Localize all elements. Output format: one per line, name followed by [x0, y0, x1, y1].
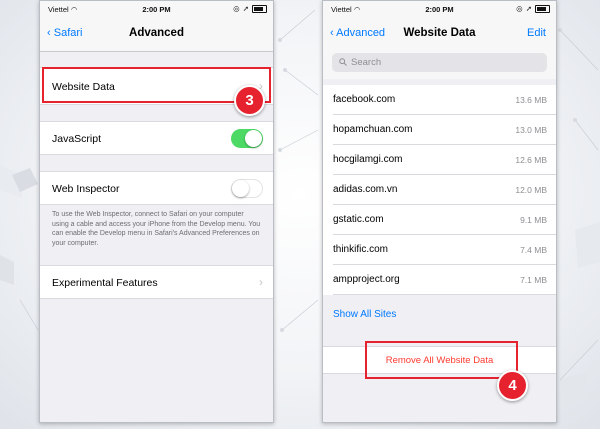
site-domain: hopamchuan.com — [333, 124, 413, 135]
site-domain: hocgilamgi.com — [333, 154, 403, 165]
web-inspector-label: Web Inspector — [52, 183, 120, 195]
chevron-right-icon: › — [259, 275, 263, 289]
site-domain: facebook.com — [333, 94, 396, 105]
site-size: 7.1 MB — [520, 275, 547, 285]
navigation-bar: ‹ Advanced Website Data Edit — [323, 17, 556, 52]
search-icon — [339, 58, 347, 69]
chevron-left-icon: ‹ — [330, 27, 334, 39]
left-phone-screen: Viettel ◠ 2:00 PM ◎ ➚ ‹ Safari Advanced … — [39, 0, 274, 423]
battery-icon — [252, 4, 267, 13]
back-button[interactable]: ‹ Safari — [47, 27, 82, 39]
location-icon: ◎ — [233, 4, 240, 13]
javascript-toggle[interactable] — [231, 129, 263, 148]
navigation-bar: ‹ Safari Advanced — [40, 17, 273, 52]
step-badge-4: 4 — [497, 370, 528, 401]
highlight-remove-all — [365, 341, 518, 379]
site-size: 13.0 MB — [515, 125, 547, 135]
row-separator — [333, 294, 556, 295]
arrow-icon: ➚ — [242, 4, 249, 13]
site-size: 12.0 MB — [515, 185, 547, 195]
search-area: Search — [323, 51, 556, 79]
battery-icon — [535, 4, 550, 13]
site-row[interactable]: thinkific.com 7.4 MB — [323, 235, 556, 265]
edit-button[interactable]: Edit — [527, 27, 546, 39]
site-row[interactable]: hocgilamgi.com 12.6 MB — [323, 145, 556, 175]
javascript-row: JavaScript — [40, 121, 273, 155]
toggle-knob — [245, 130, 262, 147]
site-domain: adidas.com.vn — [333, 184, 398, 195]
experimental-features-label: Experimental Features — [52, 277, 158, 289]
back-button[interactable]: ‹ Advanced — [330, 27, 385, 39]
site-row[interactable]: facebook.com 13.6 MB — [323, 85, 556, 115]
website-data-list: facebook.com 13.6 MB hopamchuan.com 13.0 MB… — [323, 85, 556, 295]
site-size: 7.4 MB — [520, 245, 547, 255]
status-right: ◎ ➚ — [516, 4, 550, 13]
site-size: 9.1 MB — [520, 215, 547, 225]
toggle-knob — [232, 180, 249, 197]
step-badge-3: 3 — [234, 85, 265, 116]
status-bar: Viettel ◠ 2:00 PM ◎ ➚ — [323, 1, 556, 17]
chevron-left-icon: ‹ — [47, 27, 51, 39]
web-inspector-row: Web Inspector — [40, 171, 273, 205]
site-domain: thinkific.com — [333, 244, 389, 255]
web-inspector-toggle[interactable] — [231, 179, 263, 198]
status-bar: Viettel ◠ 2:00 PM ◎ ➚ — [40, 1, 273, 17]
location-icon: ◎ — [516, 4, 523, 13]
site-row[interactable]: hopamchuan.com 13.0 MB — [323, 115, 556, 145]
experimental-features-row[interactable]: Experimental Features › — [40, 265, 273, 299]
web-inspector-footnote: To use the Web Inspector, connect to Saf… — [52, 211, 261, 247]
status-right: ◎ ➚ — [233, 4, 267, 13]
show-all-sites-link[interactable]: Show All Sites — [333, 309, 396, 320]
site-row[interactable]: gstatic.com 9.1 MB — [323, 205, 556, 235]
site-domain: ampproject.org — [333, 274, 400, 285]
site-row[interactable]: adidas.com.vn 12.0 MB — [323, 175, 556, 205]
arrow-icon: ➚ — [525, 4, 532, 13]
search-placeholder: Search — [351, 57, 382, 68]
site-size: 12.6 MB — [515, 155, 547, 165]
search-input[interactable]: Search — [332, 53, 547, 72]
site-domain: gstatic.com — [333, 214, 384, 225]
javascript-label: JavaScript — [52, 133, 102, 145]
site-size: 13.6 MB — [515, 95, 547, 105]
site-row[interactable]: ampproject.org 7.1 MB — [323, 265, 556, 295]
